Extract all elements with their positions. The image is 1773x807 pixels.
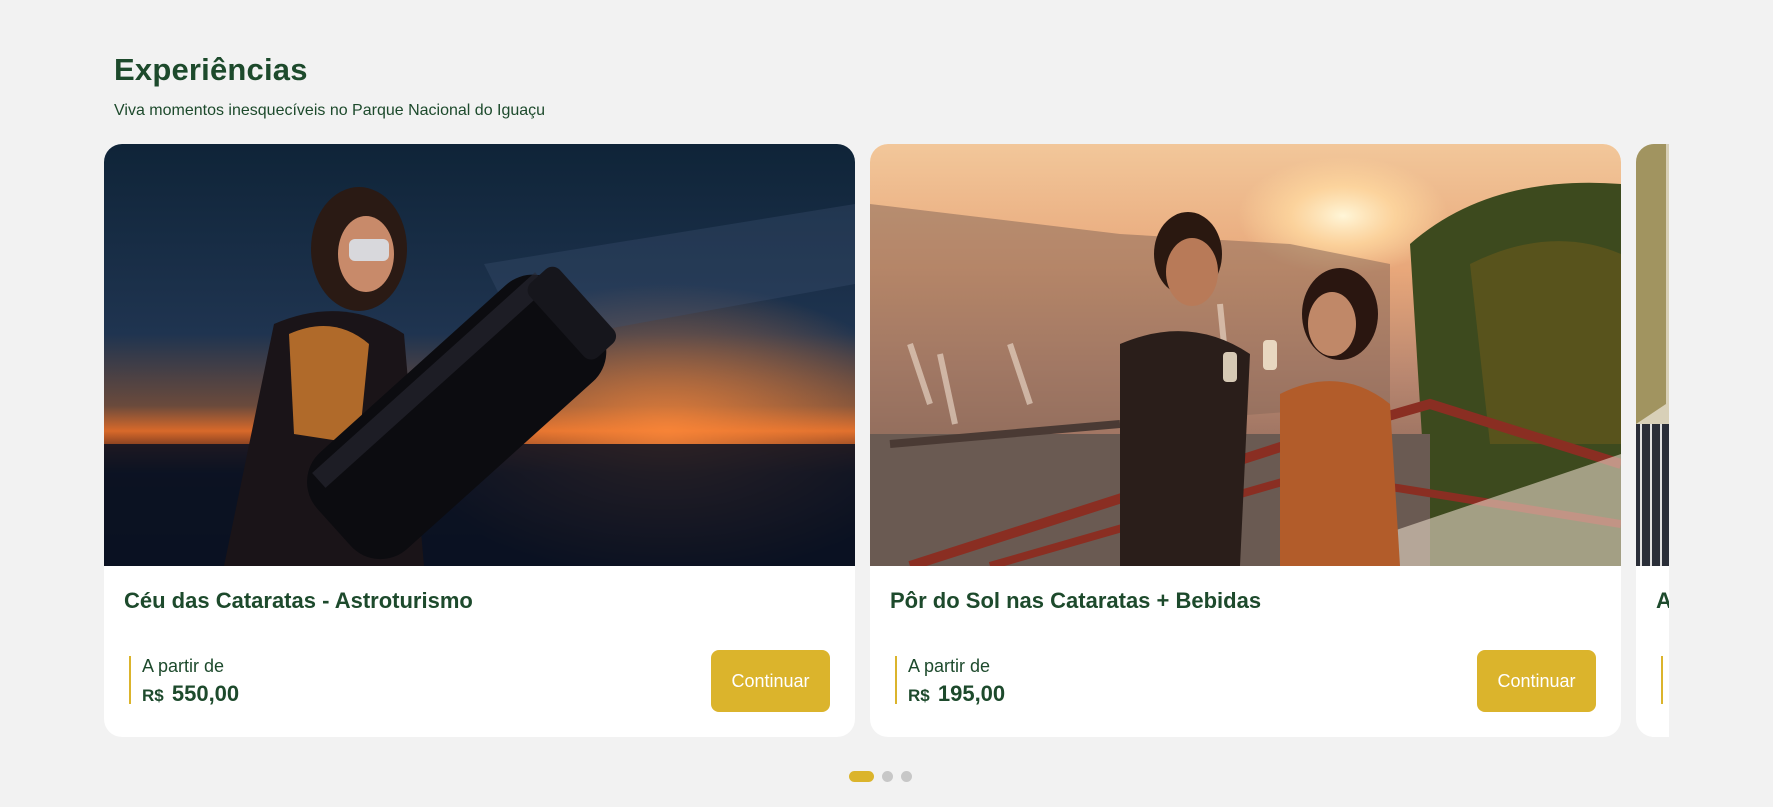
price-currency: R$: [908, 686, 930, 705]
experience-card[interactable]: A: [1636, 144, 1669, 737]
card-title[interactable]: Céu das Cataratas - Astroturismo: [124, 588, 473, 614]
carousel-pagination: [849, 771, 912, 782]
card-body: A: [1636, 566, 1669, 737]
price-prefix: A partir de: [908, 656, 991, 676]
experience-card[interactable]: Pôr do Sol nas Cataratas + Bebidas A par…: [870, 144, 1621, 737]
experiences-carousel[interactable]: Céu das Cataratas - Astroturismo A parti…: [104, 144, 1669, 737]
price-amount: 550,00: [171, 681, 240, 706]
section-subtitle: Viva momentos inesquecíveis no Parque Na…: [114, 102, 546, 119]
card-title[interactable]: Pôr do Sol nas Cataratas + Bebidas: [890, 588, 1261, 614]
card-image-por-do-sol[interactable]: [870, 144, 1621, 566]
astroturismo-photo: [104, 144, 855, 566]
card-title[interactable]: A: [1656, 588, 1669, 614]
waterfall-photo: [1636, 144, 1669, 566]
section-header: Experiências Viva momentos inesquecíveis…: [114, 52, 545, 120]
section-title: Experiências: [114, 52, 308, 87]
pagination-dot-1[interactable]: [849, 771, 874, 782]
card-body: Pôr do Sol nas Cataratas + Bebidas A par…: [870, 566, 1621, 737]
card-image-partial[interactable]: [1636, 144, 1669, 566]
price-block: A partir de R$ 195,00: [895, 656, 1005, 706]
continue-button[interactable]: Continuar: [1477, 650, 1596, 712]
experience-card[interactable]: Céu das Cataratas - Astroturismo A parti…: [104, 144, 855, 737]
card-image-astroturismo[interactable]: [104, 144, 855, 566]
price-currency: R$: [142, 686, 164, 705]
price-prefix: A partir de: [142, 656, 225, 676]
price-value: R$ 550,00: [142, 682, 239, 708]
pagination-dot-2[interactable]: [882, 771, 893, 782]
price-value: R$ 195,00: [908, 682, 1005, 708]
price-amount: 195,00: [937, 681, 1006, 706]
pagination-dot-3[interactable]: [901, 771, 912, 782]
card-body: Céu das Cataratas - Astroturismo A parti…: [104, 566, 855, 737]
carousel-track: Céu das Cataratas - Astroturismo A parti…: [104, 144, 1669, 737]
sunset-photo: [870, 144, 1621, 566]
continue-button[interactable]: Continuar: [711, 650, 830, 712]
price-block: A partir de R$ 550,00: [129, 656, 239, 706]
price-block: [1661, 656, 1669, 704]
